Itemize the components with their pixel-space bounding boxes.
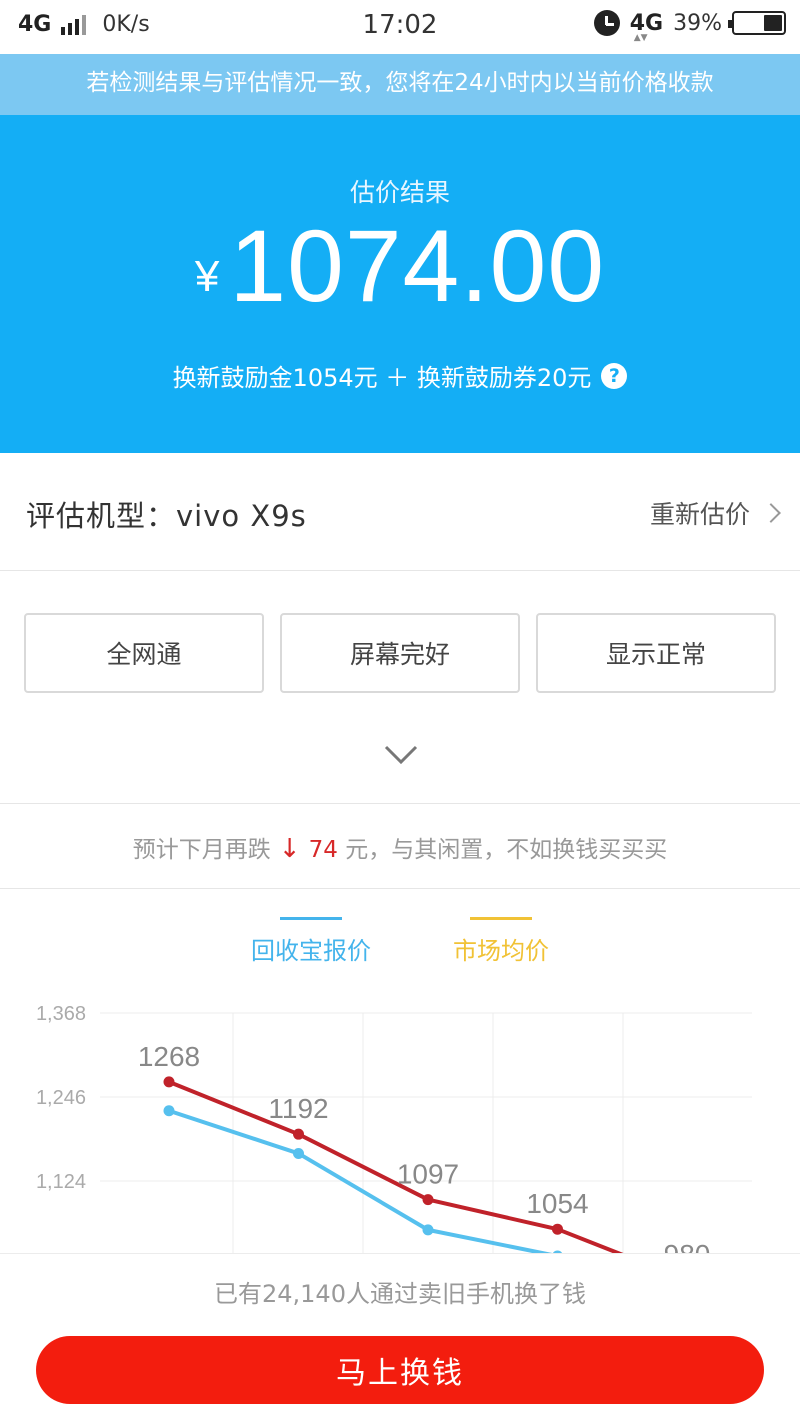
forecast-amount: 74	[308, 837, 338, 863]
result-label: 估价结果	[349, 178, 450, 207]
price-trend-chart: 1,3681,2461,1241268119210971054980	[36, 1003, 752, 1255]
condition-tags: 全网通 屏幕完好 显示正常	[24, 613, 776, 693]
y-tick-label: 1,246	[36, 1087, 86, 1109]
user-stats: 已有24,140人通过卖旧手机换了钱	[214, 1280, 586, 1308]
revaluate-label: 重新估价	[649, 500, 750, 529]
data-label: 1268	[138, 1041, 200, 1072]
data-point-0	[163, 1105, 175, 1117]
price-forecast: 预计下月再跌 ↓ 74 元，与其闲置，不如换钱买买买	[0, 830, 800, 864]
y-tick-label: 1,124	[36, 1171, 86, 1193]
data-label: 1054	[526, 1188, 588, 1219]
price-breakdown: 换新鼓励金1054元 ＋ 换新鼓励券20元 ?	[0, 358, 800, 393]
battery-level	[764, 15, 782, 31]
model-label: 评估机型：vivo X9s	[26, 499, 307, 533]
tag-network: 全网通	[24, 613, 264, 693]
notice-banner: 若检测结果与评估情况一致，您将在24小时内以当前价格收款	[0, 54, 800, 115]
battery-percent: 39%	[673, 10, 722, 36]
tag-display: 显示正常	[536, 613, 776, 693]
y-tick-label: 1,368	[36, 1003, 86, 1025]
data-label: 1192	[268, 1093, 328, 1124]
data-point-0	[422, 1224, 434, 1236]
status-bar: 4G 0K/s 17:02 4G ▲▼ 39%	[0, 0, 800, 54]
model-row: 评估机型：vivo X9s 重新估价	[0, 453, 800, 571]
breakdown-text: 换新鼓励金1054元 ＋ 换新鼓励券20元	[172, 364, 592, 392]
divider	[0, 888, 800, 889]
data-point-1	[552, 1223, 563, 1235]
alarm-icon	[593, 10, 620, 36]
legend-item-market-price[interactable]: 市场均价	[453, 917, 549, 966]
data-point-0	[293, 1147, 304, 1159]
chevron-right-icon	[761, 503, 781, 523]
data-point-1	[293, 1128, 304, 1140]
result-price: ¥ 1074.00	[0, 209, 800, 323]
forecast-suffix: 元，与其闲置，不如换钱买买买	[345, 837, 668, 863]
chart-legend: 回收宝报价 市场均价	[0, 915, 800, 975]
tag-screen: 屏幕完好	[280, 613, 520, 693]
network-type-secondary: 4G ▲▼	[629, 10, 664, 43]
price-amount: 1074.00	[229, 208, 606, 323]
valuation-result: 估价结果 ¥ 1074.00 换新鼓励金1054元 ＋ 换新鼓励券20元 ?	[0, 115, 800, 453]
legend-item-recycle-price[interactable]: 回收宝报价	[251, 917, 371, 966]
down-arrow-icon: ↓	[278, 834, 301, 864]
app-screen: 4G 0K/s 17:02 4G ▲▼ 39% 若检测结果与评估情况一致，您将在2…	[0, 0, 800, 1422]
cash-out-button[interactable]: 马上换钱	[36, 1336, 764, 1404]
help-icon[interactable]: ?	[601, 362, 628, 389]
forecast-prefix: 预计下月再跌	[132, 837, 271, 863]
revaluate-button[interactable]: 重新估价	[649, 495, 781, 531]
data-point-1	[163, 1076, 175, 1088]
currency-symbol: ¥	[194, 252, 220, 301]
battery-icon	[728, 11, 786, 35]
data-point-1	[422, 1194, 434, 1206]
data-label: 1097	[397, 1159, 459, 1190]
footer: 已有24,140人通过卖旧手机换了钱 马上换钱	[0, 1253, 800, 1422]
chevron-down-icon[interactable]	[384, 745, 418, 765]
divider	[0, 803, 800, 804]
